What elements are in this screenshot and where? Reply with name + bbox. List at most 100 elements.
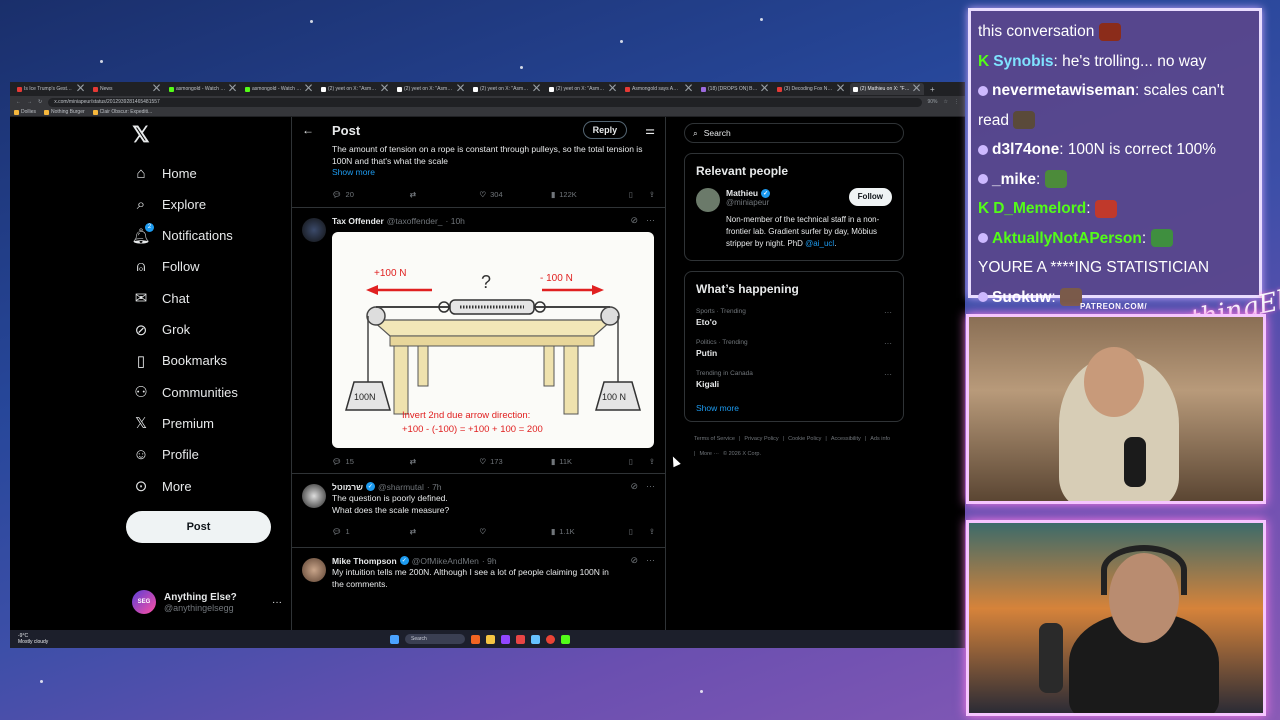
author-name[interactable]: Mike Thompson bbox=[332, 556, 397, 566]
close-icon[interactable]: × bbox=[228, 83, 237, 95]
like-action[interactable]: ♡ 304 bbox=[479, 190, 551, 199]
close-icon[interactable]: × bbox=[304, 83, 313, 95]
share-icon[interactable]: ⇪ bbox=[649, 527, 655, 536]
close-icon[interactable]: × bbox=[760, 83, 769, 95]
repost-action[interactable]: ⇄ bbox=[410, 527, 480, 536]
author-handle[interactable]: @OfMikeAndMen bbox=[412, 556, 479, 566]
windows-start-icon[interactable] bbox=[390, 634, 399, 644]
author-handle[interactable]: @sharmutal bbox=[378, 482, 424, 492]
trend-item[interactable]: Sports · Trending Eto'o ··· bbox=[696, 308, 892, 327]
close-icon[interactable]: × bbox=[684, 83, 693, 95]
footer-link[interactable]: Accessibility bbox=[831, 436, 861, 442]
bookmark-item[interactable]: Nothing Burger bbox=[44, 109, 85, 115]
account-switcher[interactable]: SEG Anything Else? @anythingelsegg ··· bbox=[132, 590, 282, 614]
footer-link[interactable]: © 2026 X Corp. bbox=[723, 451, 761, 457]
nav-item-chat[interactable]: ✉ Chat bbox=[132, 286, 190, 310]
avatar[interactable] bbox=[696, 188, 720, 212]
taskbar-app-icon[interactable] bbox=[561, 634, 570, 644]
x-logo-icon[interactable]: 𝕏 bbox=[132, 122, 150, 148]
nav-item-premium[interactable]: 𝕏 Premium bbox=[132, 411, 214, 435]
close-icon[interactable]: × bbox=[456, 83, 465, 95]
more-dots-icon[interactable]: ··· bbox=[646, 555, 655, 566]
more-dots-icon[interactable]: ··· bbox=[884, 339, 892, 358]
browser-tab[interactable]: (18) [DROPS ON] BIG DA× bbox=[698, 83, 772, 95]
taskbar-app-icon[interactable] bbox=[516, 634, 525, 644]
taskbar-app-icon[interactable] bbox=[501, 634, 510, 644]
close-icon[interactable]: × bbox=[76, 83, 85, 95]
back-icon[interactable]: ← bbox=[16, 99, 21, 105]
footer-link[interactable]: Privacy Policy bbox=[744, 436, 778, 442]
bio-link[interactable]: @ai_ucl bbox=[805, 239, 834, 248]
zoom-indicator[interactable]: 90% bbox=[928, 99, 938, 105]
bookmark-icon[interactable]: ▯ bbox=[629, 457, 649, 466]
forward-icon[interactable]: → bbox=[27, 99, 32, 105]
nav-item-home[interactable]: ⌂ Home bbox=[132, 161, 196, 185]
browser-tab[interactable]: (2) yeet on X: "Asmongold× bbox=[394, 83, 468, 95]
search-input[interactable]: ⌕ Search bbox=[684, 123, 904, 143]
grok-icon[interactable]: ⊘ bbox=[630, 555, 638, 566]
browser-tab[interactable]: (3) Decoding Fox News o× bbox=[774, 83, 848, 95]
nav-item-explore[interactable]: ⌕ Explore bbox=[132, 192, 206, 216]
show-more-link[interactable]: Show more bbox=[696, 403, 892, 413]
nav-item-communities[interactable]: ⚇ Communities bbox=[132, 380, 238, 404]
like-action[interactable]: ♡ 173 bbox=[479, 457, 551, 466]
reload-icon[interactable]: ↻ bbox=[38, 99, 42, 105]
post-button[interactable]: Post bbox=[126, 511, 271, 543]
share-icon[interactable]: ⇪ bbox=[649, 457, 655, 466]
browser-tab[interactable]: News × bbox=[90, 83, 164, 95]
close-icon[interactable]: × bbox=[608, 83, 617, 95]
follow-button[interactable]: Follow bbox=[848, 188, 892, 206]
bookmark-icon[interactable]: ▯ bbox=[629, 527, 649, 536]
browser-tab[interactable]: asmongold - Watch the Y× bbox=[166, 83, 240, 95]
author-handle[interactable]: @taxoffender_ bbox=[387, 216, 443, 226]
avatar[interactable] bbox=[302, 484, 326, 508]
back-arrow-icon[interactable]: ← bbox=[302, 123, 314, 137]
tweet[interactable]: The amount of tension on a rope is const… bbox=[292, 143, 665, 208]
views-action[interactable]: ▮ 1.1K bbox=[551, 527, 629, 536]
tweet[interactable]: Mike Thompson ✓ @OfMikeAndMen · 9h ⊘ ··· … bbox=[292, 548, 665, 628]
views-action[interactable]: ▮ 122K bbox=[551, 190, 629, 199]
grok-icon[interactable]: ⊘ bbox=[630, 215, 638, 226]
person-name[interactable]: Mathieu bbox=[726, 188, 758, 198]
reply-button[interactable]: Reply bbox=[582, 121, 628, 139]
close-icon[interactable]: × bbox=[380, 83, 389, 95]
browser-tab[interactable]: Is Ice Trump's Gestapo? × bbox=[14, 83, 88, 95]
close-icon[interactable]: × bbox=[912, 83, 921, 95]
more-dots-icon[interactable]: ··· bbox=[884, 370, 892, 389]
like-action[interactable]: ♡ bbox=[479, 527, 551, 536]
reply-action[interactable]: 💬︎ 15 bbox=[332, 457, 410, 466]
share-icon[interactable]: ⇪ bbox=[649, 190, 655, 199]
bookmark-icon[interactable]: ▯ bbox=[629, 190, 649, 199]
browser-tab[interactable]: (2) yeet on X: "Asmongold× bbox=[318, 83, 392, 95]
tweet-time[interactable]: · 9h bbox=[482, 556, 497, 566]
show-more-link[interactable]: Show more bbox=[332, 167, 655, 177]
close-icon[interactable]: × bbox=[532, 83, 541, 95]
person-row[interactable]: Mathieu ✓ @miniapeur Follow bbox=[696, 188, 892, 212]
star-icon[interactable]: ☆ bbox=[944, 99, 948, 105]
browser-tab[interactable]: Asmongold says America× bbox=[622, 83, 696, 95]
person-handle[interactable]: @miniapeur bbox=[726, 198, 770, 207]
tweet[interactable]: Tax Offender @taxoffender_ · 10h ⊘ ··· +… bbox=[292, 208, 665, 474]
bookmark-item[interactable]: Clair Obscur: Expediti... bbox=[92, 109, 152, 115]
reply-action[interactable]: 💬︎ 20 bbox=[332, 190, 410, 199]
more-dots-icon[interactable]: ··· bbox=[272, 597, 282, 608]
nav-item-more[interactable]: ⊙ More bbox=[132, 474, 192, 498]
author-name[interactable]: Tax Offender bbox=[332, 216, 384, 226]
more-dots-icon[interactable]: ··· bbox=[646, 215, 655, 226]
trend-item[interactable]: Trending in Canada Kigali ··· bbox=[696, 370, 892, 389]
grok-icon[interactable]: ⊘ bbox=[630, 481, 638, 492]
reply-action[interactable]: 💬︎ 1 bbox=[332, 527, 410, 536]
footer-link[interactable]: Ads info bbox=[870, 436, 890, 442]
taskbar-search[interactable]: Search bbox=[405, 634, 465, 644]
footer-link[interactable]: More ··· bbox=[699, 451, 719, 457]
more-dots-icon[interactable]: ··· bbox=[646, 481, 655, 492]
close-icon[interactable]: × bbox=[836, 83, 845, 95]
avatar[interactable] bbox=[302, 558, 326, 582]
tweet-time[interactable]: · 10h bbox=[446, 216, 465, 226]
nav-item-notifications[interactable]: 🔔︎ 2 Notifications bbox=[131, 222, 233, 248]
author-name[interactable]: שרמוטל bbox=[332, 482, 363, 492]
chrome-icon[interactable] bbox=[546, 634, 555, 644]
more-dots-icon[interactable]: ··· bbox=[884, 308, 892, 327]
avatar[interactable] bbox=[302, 218, 326, 242]
settings-sliders-icon[interactable]: ⚌ bbox=[645, 124, 655, 137]
